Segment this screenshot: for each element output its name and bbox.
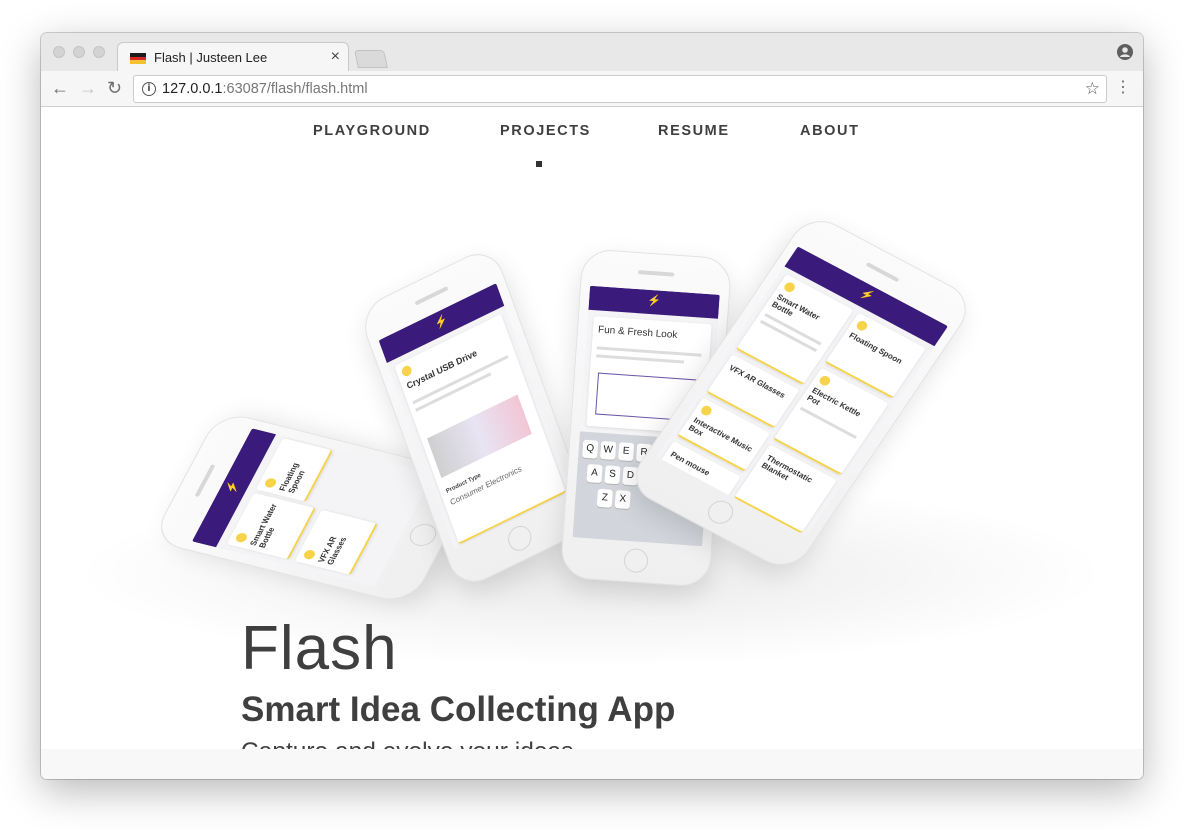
bolt-icon: ⚡ <box>857 287 877 304</box>
profile-icon[interactable] <box>1117 44 1133 60</box>
nav-resume[interactable]: RESUME <box>658 123 730 139</box>
url-text[interactable]: 127.0.0.1:63087/flash/flash.html <box>162 81 368 97</box>
minimize-window-button[interactable] <box>73 46 85 58</box>
hero-section: ⚡ Smart Water Bottle Floating Spoon VFX … <box>41 168 1143 765</box>
nav-about[interactable]: ABOUT <box>800 123 860 139</box>
info-icon[interactable]: i <box>142 82 156 96</box>
idea-edit-title: Fun & Fresh Look <box>597 324 678 341</box>
back-icon[interactable]: ← <box>51 79 69 97</box>
zoom-window-button[interactable] <box>93 46 105 58</box>
browser-window: Flash | Justeen Lee × ← → ↻ i 127.0.0.1:… <box>41 33 1143 779</box>
bulb-icon <box>782 280 797 294</box>
home-button <box>703 496 738 528</box>
phone-speaker <box>414 286 449 306</box>
keyboard-key: X <box>614 490 631 510</box>
keyboard-key: S <box>604 465 621 485</box>
bulb-icon <box>302 548 317 561</box>
section-divider <box>41 749 1143 779</box>
favicon-icon <box>130 53 146 64</box>
url-host: 127.0.0.1 <box>162 81 223 97</box>
app-header: ⚡ <box>588 285 720 319</box>
bulb-icon <box>263 477 278 489</box>
bulb-icon <box>699 404 714 418</box>
nav-projects[interactable]: PROJECTS <box>500 123 591 139</box>
keyboard-key: W <box>600 440 617 460</box>
keyboard-key: E <box>617 442 635 462</box>
new-tab-button[interactable] <box>354 50 388 68</box>
nav-playground[interactable]: PLAYGROUND <box>313 123 431 139</box>
idea-card-title: Floating Spoon <box>847 330 904 366</box>
bulb-icon <box>854 319 870 333</box>
keyboard-key: Q <box>582 439 599 459</box>
keyboard-key: Z <box>596 488 613 508</box>
web-page: PLAYGROUND PROJECTS RESUME ABOUT ⚡ Smart… <box>41 108 1143 779</box>
text-line <box>596 354 685 364</box>
phone-speaker <box>194 464 216 497</box>
url-path: :63087/flash/flash.html <box>222 81 368 97</box>
home-button <box>623 547 649 574</box>
phone-speaker <box>865 262 900 283</box>
tab-close-icon[interactable]: × <box>331 48 340 66</box>
project-subtitle: Smart Idea Collecting App <box>241 690 676 729</box>
active-nav-indicator <box>536 161 542 167</box>
browser-tab[interactable]: Flash | Justeen Lee × <box>117 42 349 72</box>
site-nav: PLAYGROUND PROJECTS RESUME ABOUT <box>41 123 1143 167</box>
tab-strip: Flash | Justeen Lee × <box>41 33 1143 72</box>
keyboard-key: A <box>586 464 603 484</box>
idea-card-title: Floating Spoon <box>277 462 307 495</box>
browser-toolbar: ← → ↻ i 127.0.0.1:63087/flash/flash.html… <box>41 71 1143 107</box>
bolt-icon: ⚡ <box>432 313 450 331</box>
idea-card-title: Smart Water Bottle <box>248 502 280 549</box>
project-title: Flash <box>241 614 398 683</box>
idea-card-title: Electric Kettle Pot <box>805 385 863 419</box>
bulb-icon <box>817 374 833 388</box>
bulb-icon <box>400 364 413 378</box>
bookmark-star-icon[interactable]: ☆ <box>1085 79 1100 99</box>
bulb-icon <box>234 532 249 544</box>
phone-speaker <box>638 270 675 277</box>
close-window-button[interactable] <box>53 46 65 58</box>
bolt-icon: ⚡ <box>223 480 243 496</box>
home-button <box>504 521 535 555</box>
bolt-icon: ⚡ <box>646 294 662 308</box>
idea-card-title: VFX AR Glasses <box>316 535 349 566</box>
forward-icon[interactable]: → <box>79 79 97 97</box>
tab-title: Flash | Justeen Lee <box>154 50 268 65</box>
browser-menu-icon[interactable]: ⋮ <box>1115 80 1131 96</box>
reload-icon[interactable]: ↻ <box>107 79 122 97</box>
address-bar[interactable]: i 127.0.0.1:63087/flash/flash.html ☆ <box>133 75 1107 103</box>
